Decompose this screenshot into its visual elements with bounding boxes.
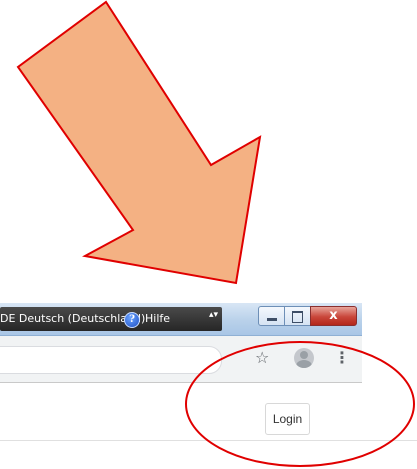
pointer-arrow — [16, 0, 262, 285]
minimize-button[interactable] — [258, 306, 285, 326]
profile-avatar-body — [296, 360, 312, 368]
profile-avatar-head — [300, 351, 308, 359]
bookmark-star-icon[interactable]: ☆ — [255, 350, 269, 366]
profile-avatar-icon[interactable] — [294, 348, 314, 368]
browser-menu-icon[interactable]: ⋮ — [334, 348, 350, 368]
help-icon[interactable]: ? — [124, 312, 140, 328]
language-bar[interactable]: DE Deutsch (Deutschland) ? Hilfe ▴▾ — [0, 307, 222, 331]
maximize-icon — [292, 311, 303, 323]
address-bar[interactable] — [0, 346, 222, 374]
close-button[interactable]: x — [310, 306, 357, 326]
annotation-overlay — [16, 0, 415, 467]
browser-toolbar: ☆ ⋮ — [0, 336, 362, 383]
login-button[interactable]: Login — [265, 403, 310, 435]
content-divider — [0, 440, 417, 441]
minimize-icon — [267, 318, 277, 321]
langbar-options-icon[interactable]: ▴▾ — [209, 311, 218, 326]
maximize-button[interactable] — [284, 306, 311, 326]
help-label[interactable]: Hilfe — [145, 307, 170, 331]
close-icon: x — [329, 308, 338, 323]
